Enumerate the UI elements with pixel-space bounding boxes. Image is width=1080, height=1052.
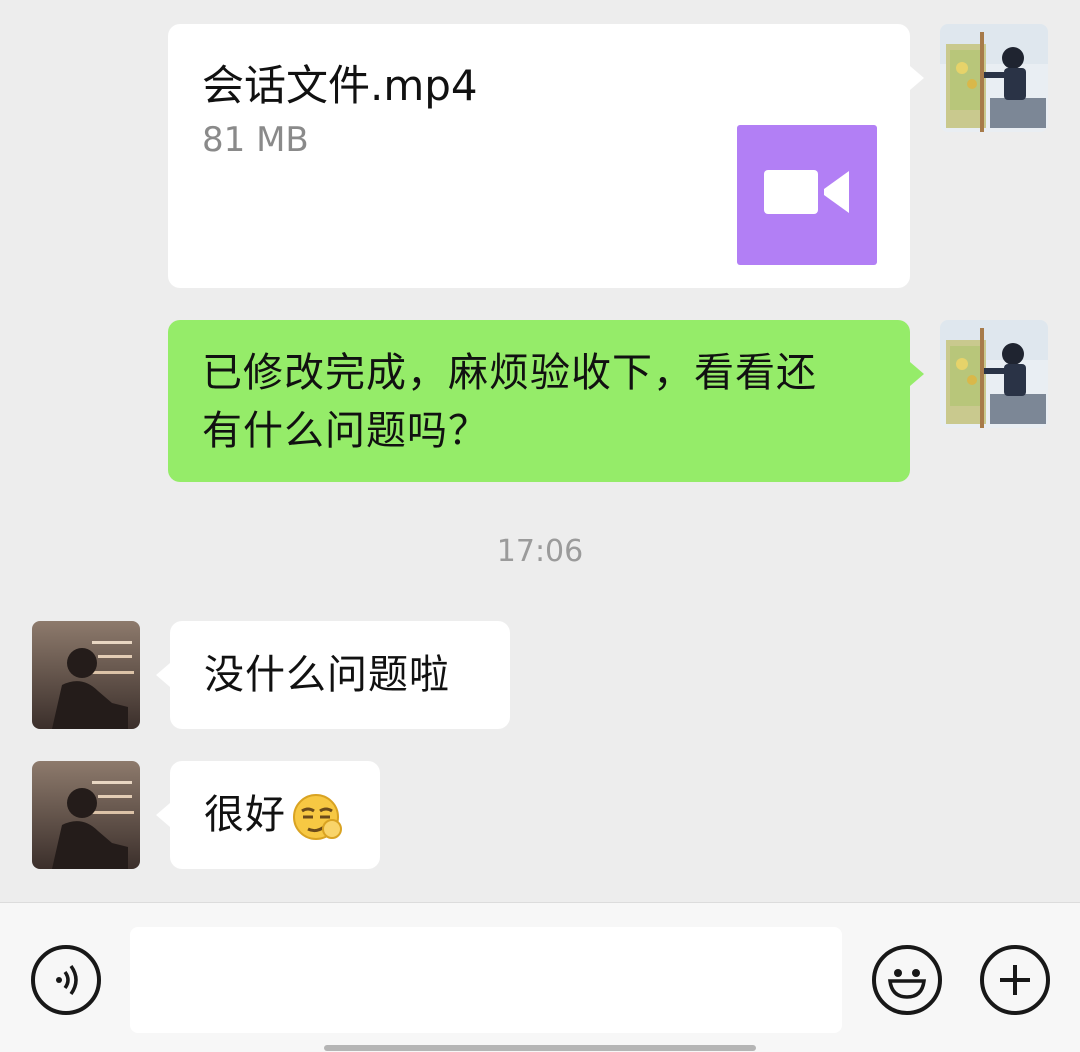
sent-text-bubble[interactable]: 已修改完成，麻烦验收下，看看还 有什么问题吗？: [168, 320, 910, 482]
bubble-tail: [910, 362, 924, 386]
bubble-tail: [910, 66, 924, 90]
plus-icon[interactable]: [980, 945, 1050, 1015]
emoji-icon[interactable]: [872, 945, 942, 1015]
bubble-tail: [156, 663, 170, 687]
contact-avatar[interactable]: [32, 621, 140, 729]
message-timestamp: 17:06: [496, 534, 584, 569]
contact-avatar[interactable]: [32, 761, 140, 869]
file-name: 会话文件.mp4: [202, 61, 478, 110]
sent-text-line-2: 有什么问题吗？: [202, 408, 489, 454]
avatar-image: [32, 761, 140, 869]
chat-input-bar: [0, 902, 1080, 1052]
my-avatar[interactable]: [940, 24, 1048, 132]
chat-screen: 会话文件.mp4 81 MB 已修改完成，麻烦验收下，看看还 有什么问题吗？ 1…: [0, 0, 1080, 1052]
smirk-face-emoji: [293, 794, 342, 840]
voice-icon[interactable]: [31, 945, 101, 1015]
file-message-card[interactable]: 会话文件.mp4 81 MB: [168, 24, 910, 288]
video-thumbnail: [737, 125, 877, 265]
video-camera-icon: [764, 170, 849, 214]
sent-text-line-1: 已修改完成，麻烦验收下，看看还: [202, 350, 817, 396]
home-indicator: [324, 1045, 756, 1051]
received-text-bubble[interactable]: 很好: [170, 761, 380, 869]
message-input[interactable]: [130, 927, 842, 1033]
avatar-image: [32, 621, 140, 729]
received-text: 很好: [204, 792, 286, 838]
avatar-image: [940, 24, 1048, 132]
received-text: 没什么问题啦: [204, 652, 450, 698]
bubble-tail: [156, 803, 170, 827]
file-size: 81 MB: [202, 120, 309, 160]
avatar-image: [940, 320, 1048, 428]
received-text-bubble[interactable]: 没什么问题啦: [170, 621, 510, 729]
my-avatar[interactable]: [940, 320, 1048, 428]
